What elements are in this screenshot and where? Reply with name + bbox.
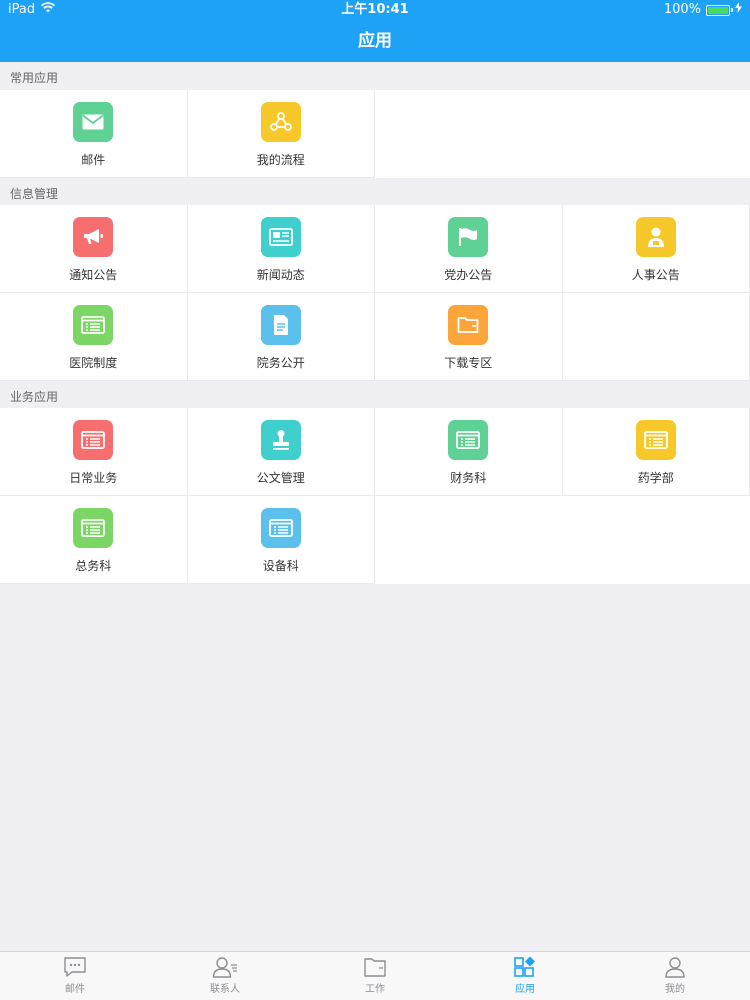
battery-icon xyxy=(706,4,733,16)
list-icon xyxy=(448,420,489,460)
status-bar: iPad 上午10:41 100% xyxy=(0,0,750,20)
app-header: iPad 上午10:41 100% 应用 xyxy=(0,0,750,62)
list-icon xyxy=(73,305,114,345)
app-label: 院务公开 xyxy=(256,356,305,370)
app-tile-document-management[interactable]: 公文管理 xyxy=(187,408,375,496)
section-title-business: 业务应用 xyxy=(10,390,59,404)
tab-label: 联系人 xyxy=(210,984,240,995)
tab-label: 应用 xyxy=(515,984,535,995)
empty-cell xyxy=(375,496,563,584)
bottom-tab-bar: 邮件 联系人 工作 应用 我的 xyxy=(0,951,750,1000)
workflow-icon xyxy=(260,102,301,142)
app-label: 公文管理 xyxy=(256,471,305,485)
app-tile-party-notice[interactable]: 党办公告 xyxy=(375,205,563,293)
app-label: 药学部 xyxy=(637,471,674,485)
app-label: 我的流程 xyxy=(256,153,305,167)
section-title-info: 信息管理 xyxy=(10,187,59,201)
list-icon xyxy=(635,420,676,460)
app-tile-hospital-rules[interactable]: 医院制度 xyxy=(0,293,188,381)
status-right: 100% xyxy=(664,0,742,20)
tab-contacts[interactable]: 联系人 xyxy=(150,952,300,1000)
apps-grid-icon xyxy=(513,956,537,982)
folder-icon xyxy=(363,956,387,982)
app-label: 新闻动态 xyxy=(256,268,305,282)
section-grid-info: 通知公告 新闻动态 党办公告 人事公告 医院制度 院务公开 下载专区 xyxy=(0,205,750,381)
tab-work[interactable]: 工作 xyxy=(300,952,450,1000)
status-time: 上午10:41 xyxy=(341,2,409,17)
empty-cell xyxy=(375,90,563,178)
app-tile-pharmacy[interactable]: 药学部 xyxy=(562,408,750,496)
tab-apps[interactable]: 应用 xyxy=(450,952,600,1000)
list-icon xyxy=(73,508,114,548)
app-label: 通知公告 xyxy=(69,268,118,282)
section-title-common: 常用应用 xyxy=(10,71,59,85)
app-tile-notice[interactable]: 通知公告 xyxy=(0,205,188,293)
app-label: 邮件 xyxy=(81,153,106,167)
app-label: 医院制度 xyxy=(69,356,118,370)
message-icon xyxy=(63,956,87,982)
app-tile-news[interactable]: 新闻动态 xyxy=(187,205,375,293)
tab-label: 工作 xyxy=(365,984,385,995)
mail-icon xyxy=(73,102,114,142)
app-tile-downloads[interactable]: 下载专区 xyxy=(375,293,563,381)
app-tile-finance[interactable]: 财务科 xyxy=(375,408,563,496)
app-label: 总务科 xyxy=(75,559,112,573)
tab-profile[interactable]: 我的 xyxy=(600,952,750,1000)
document-icon xyxy=(260,305,301,345)
empty-cell xyxy=(562,90,750,178)
app-tile-hr-notice[interactable]: 人事公告 xyxy=(562,205,750,293)
tab-mail[interactable]: 邮件 xyxy=(0,952,150,1000)
page-title: 应用 xyxy=(358,31,392,51)
app-tile-general-affairs[interactable]: 总务科 xyxy=(0,496,188,584)
app-label: 下载专区 xyxy=(444,356,493,370)
app-tile-mail[interactable]: 邮件 xyxy=(0,90,188,178)
folder-icon xyxy=(448,305,489,345)
app-tile-equipment[interactable]: 设备科 xyxy=(187,496,375,584)
section-grid-business: 日常业务 公文管理 财务科 药学部 总务科 设备科 xyxy=(0,408,750,584)
empty-cell xyxy=(562,293,750,381)
battery-percent: 100% xyxy=(663,2,701,17)
stamp-icon xyxy=(260,420,301,460)
app-label: 人事公告 xyxy=(631,268,680,282)
flag-icon xyxy=(448,217,489,257)
charging-icon xyxy=(735,0,742,20)
app-tile-daily-business[interactable]: 日常业务 xyxy=(0,408,188,496)
app-label: 党办公告 xyxy=(444,268,493,282)
tab-label: 邮件 xyxy=(65,984,85,995)
profile-icon xyxy=(663,956,687,982)
megaphone-icon xyxy=(73,217,114,257)
app-tile-affairs-public[interactable]: 院务公开 xyxy=(187,293,375,381)
list-icon xyxy=(73,420,114,460)
newspaper-icon xyxy=(260,217,301,257)
app-label: 日常业务 xyxy=(69,471,118,485)
app-label: 设备科 xyxy=(262,559,299,573)
tab-label: 我的 xyxy=(665,984,685,995)
person-icon xyxy=(635,217,676,257)
list-icon xyxy=(260,508,301,548)
contacts-icon xyxy=(212,956,238,982)
section-grid-common: 邮件 我的流程 xyxy=(0,90,750,178)
app-label: 财务科 xyxy=(450,471,487,485)
empty-cell xyxy=(562,496,750,584)
app-tile-my-workflow[interactable]: 我的流程 xyxy=(187,90,375,178)
